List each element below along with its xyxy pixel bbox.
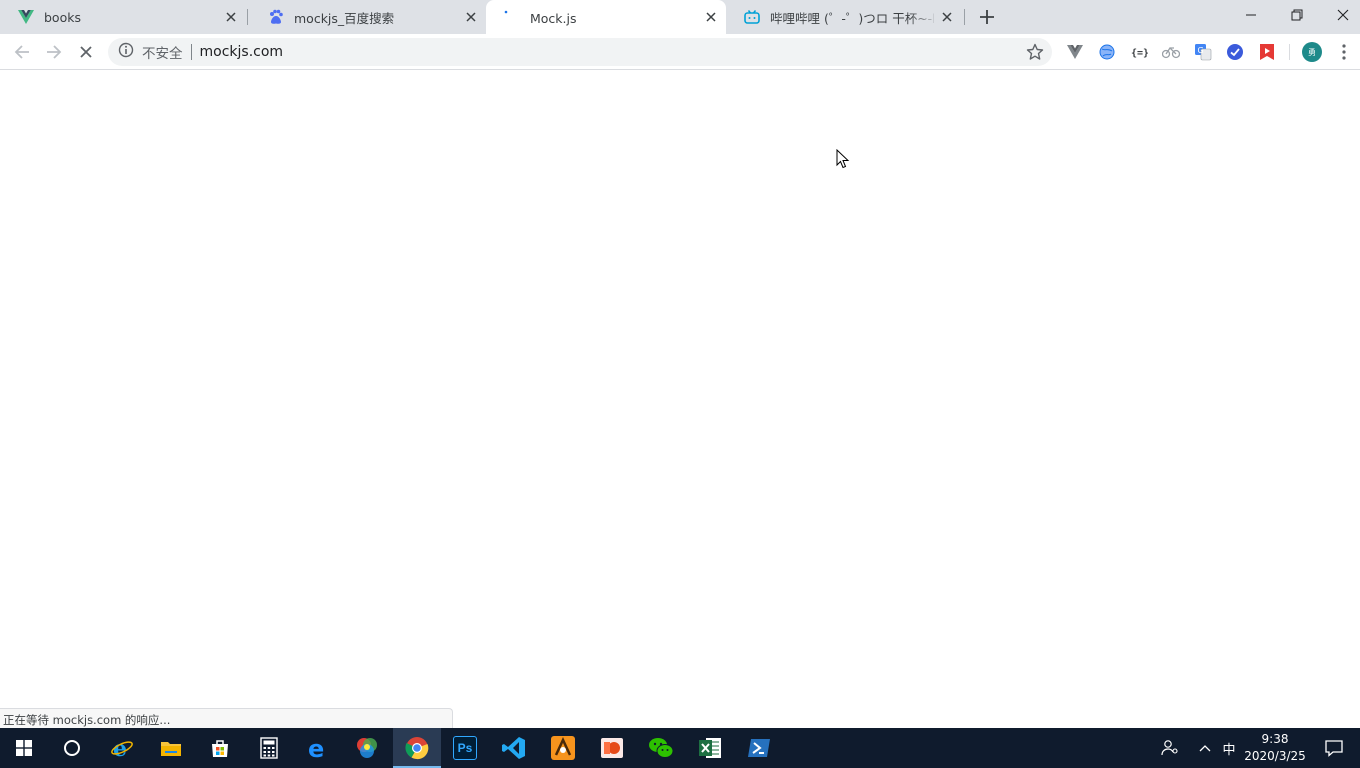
tab-title: books (44, 9, 81, 25)
powershell-icon[interactable] (735, 728, 783, 768)
show-hidden-icons-chevron-up-icon[interactable] (1194, 728, 1216, 768)
vue-icon (18, 9, 34, 25)
photoshop-icon[interactable]: Ps (441, 728, 489, 768)
cortana-icon (64, 740, 80, 756)
extension-bike-icon[interactable] (1161, 42, 1181, 62)
profile-avatar[interactable]: 勇 (1302, 42, 1322, 62)
vscode-icon[interactable] (490, 728, 538, 768)
bilibili-icon (744, 9, 760, 25)
close-window-button[interactable] (1320, 0, 1360, 30)
wechat-icon[interactable] (637, 728, 685, 768)
windows-logo-icon (16, 740, 32, 756)
windows-taskbar: e e Ps 中 9:38 2020/3/25 (0, 728, 1360, 768)
chrome-icon[interactable] (393, 728, 441, 768)
close-icon[interactable] (224, 10, 238, 24)
ps-label: Ps (453, 736, 477, 760)
loading-icon (504, 10, 520, 26)
restore-button[interactable] (1274, 0, 1320, 30)
plus-icon (980, 10, 994, 24)
forward-button[interactable] (42, 40, 66, 64)
info-icon[interactable] (118, 42, 134, 62)
mouse-cursor-icon (836, 149, 850, 169)
tab-books[interactable]: books (0, 0, 246, 34)
tab-separator (964, 9, 965, 25)
bookmark-star-icon[interactable] (1026, 43, 1044, 61)
clock-time: 9:38 (1261, 732, 1289, 746)
close-icon[interactable] (940, 10, 954, 24)
start-button[interactable] (0, 728, 48, 768)
page-content (0, 71, 1360, 728)
system-clock[interactable]: 9:38 2020/3/25 (1240, 731, 1310, 765)
svg-text:{=}: {=} (1131, 48, 1148, 59)
stop-button[interactable] (74, 40, 98, 64)
close-icon[interactable] (464, 10, 478, 24)
clock-date: 2020/3/25 (1244, 749, 1306, 763)
app-orange-icon[interactable] (539, 728, 587, 768)
google-translate-icon[interactable]: G (1193, 42, 1213, 62)
minimize-icon (1246, 14, 1256, 16)
toolbar-separator (1289, 44, 1290, 60)
extension-check-icon[interactable] (1225, 42, 1245, 62)
app-red-icon[interactable] (588, 728, 636, 768)
tab-baidu[interactable]: mockjs_百度搜索 (250, 0, 486, 34)
tab-strip: books mockjs_百度搜索 Mock.js 哔哩哔哩 (゜-゜)つロ 干… (0, 0, 1360, 36)
close-icon (1337, 9, 1349, 21)
edge-icon[interactable]: e (294, 728, 342, 768)
url-text[interactable]: mockjs.com (200, 44, 284, 60)
arrow-right-icon (47, 45, 62, 59)
extension-video-icon[interactable] (1257, 42, 1277, 62)
back-button[interactable] (10, 40, 34, 64)
vue-devtools-icon[interactable] (1065, 42, 1085, 62)
extension-globe-icon[interactable] (1097, 42, 1117, 62)
status-bar: 正在等待 mockjs.com 的响应... (0, 708, 453, 728)
file-explorer-icon[interactable] (147, 728, 195, 768)
tab-bilibili[interactable]: 哔哩哔哩 (゜-゜)つロ 干杯~-bilibili (726, 0, 962, 34)
tab-title: Mock.js (530, 10, 577, 26)
tab-title: mockjs_百度搜索 (294, 10, 395, 26)
svg-text:G: G (1198, 46, 1204, 55)
svg-text:e: e (308, 736, 324, 760)
tab-separator (247, 9, 248, 25)
baidu-icon (268, 9, 284, 25)
tab-title: 哔哩哔哩 (゜-゜)つロ 干杯~-bilibili (770, 8, 934, 27)
excel-icon[interactable] (686, 728, 734, 768)
json-formatter-icon[interactable]: {=} (1129, 42, 1149, 62)
minimize-button[interactable] (1228, 0, 1274, 30)
calculator-icon[interactable] (245, 728, 293, 768)
divider (190, 44, 192, 60)
notification-center-icon[interactable] (1320, 728, 1348, 768)
internet-explorer-icon[interactable]: e (98, 728, 146, 768)
store-icon[interactable] (196, 728, 244, 768)
tab-mockjs[interactable]: Mock.js (486, 0, 726, 36)
browser-toolbar: 不安全 mockjs.com {=} G 勇 (0, 34, 1360, 70)
security-label[interactable]: 不安全 (142, 42, 183, 62)
people-icon[interactable] (1158, 728, 1182, 768)
new-tab-button[interactable] (975, 6, 999, 28)
kebab-menu-icon (1342, 44, 1346, 60)
input-method-indicator[interactable]: 中 (1218, 728, 1240, 768)
colorful-app-icon[interactable] (343, 728, 391, 768)
stop-loading-icon (80, 46, 92, 58)
close-icon[interactable] (704, 10, 718, 24)
address-bar[interactable]: 不安全 mockjs.com (108, 38, 1052, 66)
arrow-left-icon (14, 45, 29, 59)
restore-icon (1291, 9, 1303, 21)
search-button[interactable] (48, 728, 96, 768)
menu-button[interactable] (1334, 42, 1354, 62)
